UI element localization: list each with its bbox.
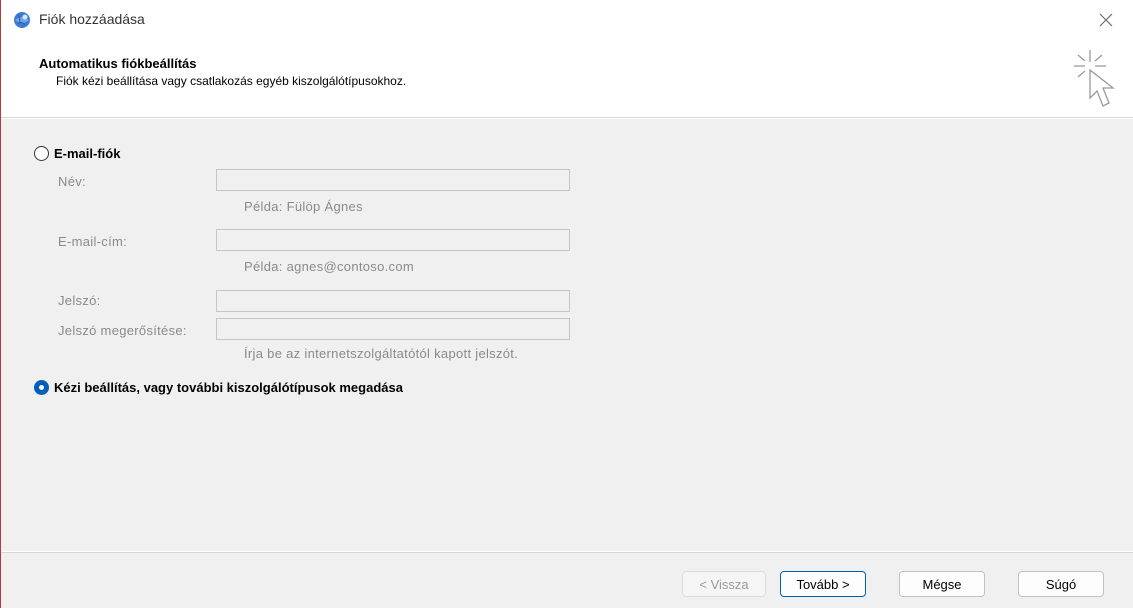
wizard-header: Automatikus fiókbeállítás Fiók kézi beál…	[1, 40, 1133, 118]
close-icon	[1099, 13, 1113, 27]
header-subtitle: Fiók kézi beállítása vagy csatlakozás eg…	[56, 74, 407, 88]
window-title: Fiók hozzáadása	[39, 11, 145, 27]
header-title: Automatikus fiókbeállítás	[39, 56, 197, 71]
email-account-option[interactable]: E-mail-fiók	[34, 146, 120, 161]
cursor-click-sparkle-icon	[1074, 50, 1115, 107]
name-label: Név:	[58, 174, 86, 189]
title-bar: Fiók hozzáadása	[1, 0, 1133, 40]
wizard-footer: < Vissza Tovább > Mégse Súgó	[1, 552, 1133, 608]
email-hint: Példa: agnes@contoso.com	[244, 259, 414, 274]
name-input[interactable]	[216, 169, 570, 191]
help-button[interactable]: Súgó	[1018, 571, 1104, 597]
close-button[interactable]	[1086, 4, 1126, 36]
next-button[interactable]: Tovább >	[780, 571, 866, 597]
password-hint: Írja be az internetszolgáltatótól kapott…	[244, 346, 519, 361]
add-account-dialog: Fiók hozzáadása Automatikus fiókbeállítá…	[0, 0, 1133, 608]
back-button[interactable]: < Vissza	[682, 571, 766, 597]
manual-setup-label: Kézi beállítás, vagy további kiszolgálót…	[54, 380, 403, 395]
name-hint: Példa: Fülöp Ágnes	[244, 199, 363, 214]
email-account-label: E-mail-fiók	[54, 146, 121, 161]
outlook-globe-icon	[14, 12, 30, 28]
cancel-button[interactable]: Mégse	[899, 571, 985, 597]
email-account-radio[interactable]	[34, 146, 49, 161]
manual-setup-option[interactable]: Kézi beállítás, vagy további kiszolgálót…	[34, 380, 403, 395]
manual-setup-radio[interactable]	[34, 380, 49, 395]
confirm-password-label: Jelszó megerősítése:	[58, 323, 187, 338]
confirm-password-input[interactable]	[216, 318, 570, 340]
password-input[interactable]	[216, 290, 570, 312]
password-label: Jelszó:	[58, 293, 101, 308]
email-label: E-mail-cím:	[58, 234, 128, 249]
email-input[interactable]	[216, 229, 570, 251]
wizard-content: E-mail-fiók Név: Példa: Fülöp Ágnes E-ma…	[1, 119, 1133, 551]
